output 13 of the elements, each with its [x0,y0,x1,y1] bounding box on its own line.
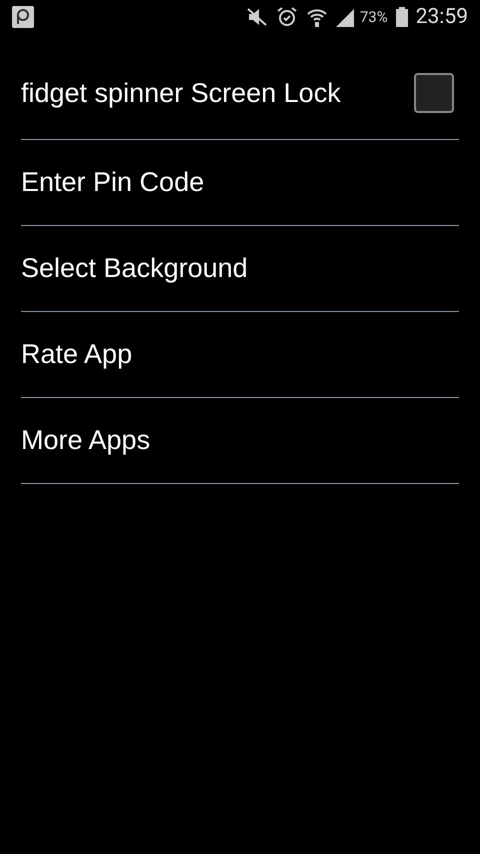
settings-item[interactable]: fidget spinner Screen Lock [21,34,459,140]
clock: 23:59 [416,5,468,29]
signal-icon [336,7,354,27]
settings-item[interactable]: Select Background [21,226,459,312]
battery-icon [396,7,408,27]
battery-percent: 73% [360,8,388,26]
settings-item[interactable]: Rate App [21,312,459,398]
settings-item[interactable]: Enter Pin Code [21,140,459,226]
settings-item[interactable]: More Apps [21,398,459,484]
checkbox[interactable] [414,72,454,112]
mute-icon [246,7,268,27]
notification-icon [12,6,34,28]
alarm-icon [276,6,298,28]
